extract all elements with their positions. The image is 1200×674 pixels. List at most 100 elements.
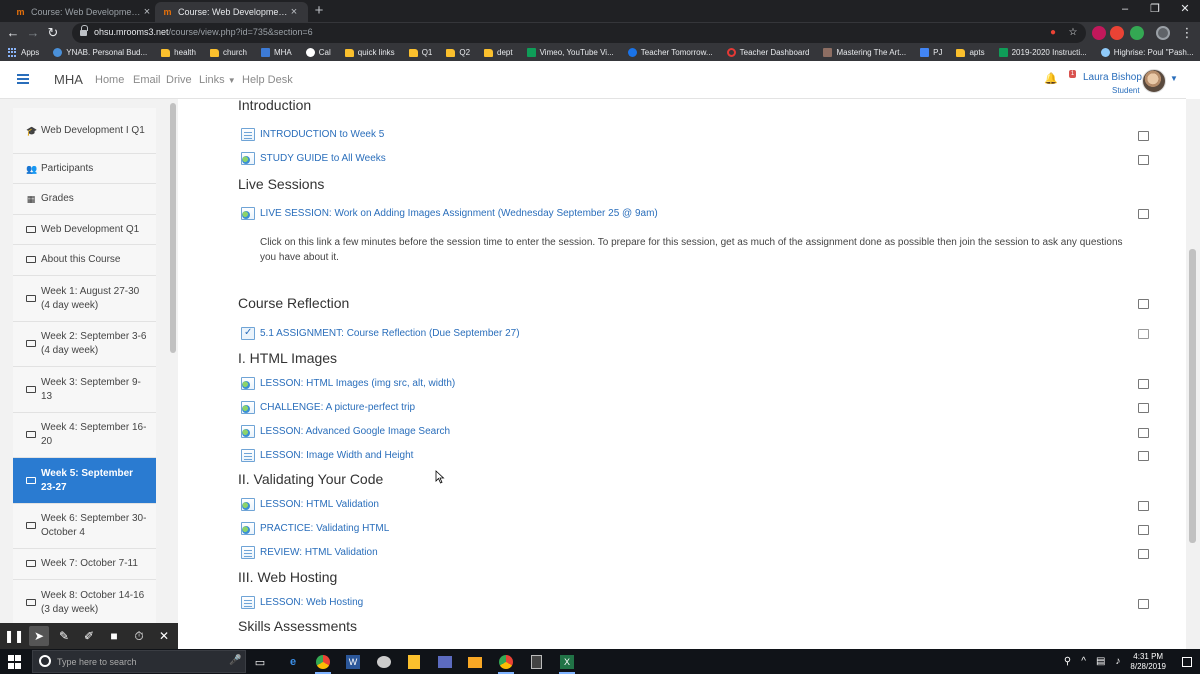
bookmark-folder[interactable]: church	[209, 48, 247, 57]
bookmark-star-icon[interactable]: ☆	[1066, 26, 1080, 40]
file-explorer-icon[interactable]	[465, 652, 485, 672]
extension-icon[interactable]	[1110, 26, 1124, 40]
activity-link[interactable]: CHALLENGE: A picture-perfect trip	[260, 402, 415, 413]
section-completion-checkbox[interactable]	[1138, 299, 1149, 309]
task-view-icon[interactable]: ▭	[250, 652, 270, 672]
bookmark-item[interactable]: Vimeo, YouTube Vi...	[526, 48, 614, 57]
activity-link[interactable]: LESSON: HTML Images (img src, alt, width…	[260, 378, 455, 389]
bookmark-folder[interactable]: quick links	[344, 48, 395, 57]
bookmark-item[interactable]: MHA	[260, 48, 292, 57]
completion-checkbox[interactable]	[1138, 209, 1149, 219]
activity-link[interactable]: INTRODUCTION to Week 5	[260, 129, 384, 140]
notification-bell-icon[interactable]: 🔔	[1044, 72, 1058, 86]
sidebar-item-week-active[interactable]: Week 5: September 23-27	[13, 458, 156, 504]
activity-row[interactable]: LESSON: HTML Validation	[241, 498, 379, 511]
site-brand[interactable]: MHA	[54, 72, 83, 87]
action-center-icon[interactable]	[1182, 656, 1192, 667]
volume-icon[interactable]: ♪	[1115, 656, 1120, 667]
network-icon[interactable]: ▤	[1096, 656, 1105, 667]
sidebar-item-section[interactable]: Web Development Q1	[13, 215, 156, 245]
completion-checkbox[interactable]	[1138, 525, 1149, 535]
menu-toggle-icon[interactable]	[17, 74, 29, 84]
user-name[interactable]: Laura Bishop	[1083, 72, 1142, 83]
chrome-menu-icon[interactable]: ⋮	[1178, 24, 1196, 42]
completion-checkbox[interactable]	[1138, 131, 1149, 141]
activity-link[interactable]: REVIEW: HTML Validation	[260, 547, 378, 558]
activity-row[interactable]: 5.1 ASSIGNMENT: Course Reflection (Due S…	[241, 327, 520, 340]
microphone-icon[interactable]: 🎤	[229, 655, 241, 666]
sidebar-item-week[interactable]: Week 6: September 30-October 4	[13, 504, 156, 549]
completion-checkbox[interactable]	[1138, 501, 1149, 511]
bookmark-item[interactable]: 2019-2020 Instructi...	[998, 48, 1087, 57]
completion-checkbox[interactable]	[1138, 329, 1149, 339]
people-icon[interactable]: ⚲	[1064, 656, 1071, 667]
nav-help-desk[interactable]: Help Desk	[242, 74, 293, 86]
app-icon[interactable]	[374, 652, 394, 672]
pause-icon[interactable]: ❚❚	[4, 626, 24, 646]
excel-icon[interactable]: X	[557, 652, 577, 674]
activity-link[interactable]: LESSON: Web Hosting	[260, 597, 363, 608]
pointer-tool-icon[interactable]: ➤	[29, 626, 49, 646]
address-url[interactable]: ohsu.mrooms3.net/course/view.php?id=735&…	[94, 27, 313, 37]
highlighter-tool-icon[interactable]: ✐	[79, 626, 99, 646]
avatar[interactable]	[1142, 69, 1166, 93]
extension-icon[interactable]	[1092, 26, 1106, 40]
bookmark-item[interactable]: Cal	[305, 48, 331, 57]
bookmark-folder[interactable]: apts	[956, 48, 985, 57]
sidebar-item-week[interactable]: Week 1: August 27-30 (4 day week)	[13, 276, 156, 322]
completion-checkbox[interactable]	[1138, 549, 1149, 559]
bookmark-item[interactable]: Mastering The Art...	[823, 48, 906, 57]
activity-link[interactable]: LIVE SESSION: Work on Adding Images Assi…	[260, 208, 658, 219]
completion-checkbox[interactable]	[1138, 451, 1149, 461]
timer-icon[interactable]: ⏱	[129, 626, 149, 646]
forward-icon[interactable]: →	[24, 24, 42, 42]
maximize-icon[interactable]: ❐	[1140, 0, 1170, 20]
sidebar-item-section[interactable]: About this Course	[13, 245, 156, 276]
activity-row[interactable]: LESSON: Web Hosting	[241, 596, 363, 609]
bookmark-item[interactable]: Teacher Dashboard	[726, 48, 809, 57]
sidebar-item-participants[interactable]: 👥 Participants	[13, 154, 156, 184]
reload-icon[interactable]: ↻	[44, 24, 62, 42]
sidebar-item-week[interactable]: Week 3: September 9-13	[13, 367, 156, 413]
completion-checkbox[interactable]	[1138, 428, 1149, 438]
bookmark-item[interactable]: PJ	[920, 48, 942, 57]
chrome-icon[interactable]	[313, 652, 333, 674]
activity-row[interactable]: PRACTICE: Validating HTML	[241, 522, 389, 535]
close-icon[interactable]: ✕	[154, 626, 174, 646]
chevron-up-icon[interactable]: ^	[1081, 656, 1086, 667]
bookmark-folder[interactable]: Q1	[408, 48, 432, 57]
minimize-icon[interactable]: –	[1110, 0, 1140, 20]
activity-row[interactable]: LIVE SESSION: Work on Adding Images Assi…	[241, 207, 658, 220]
extension-icon[interactable]	[1130, 26, 1144, 40]
browser-tab[interactable]: m Course: Web Development I Q1 ×	[8, 2, 161, 22]
nav-drive[interactable]: Drive	[166, 74, 192, 86]
system-clock[interactable]: 4:31 PM 8/28/2019	[1130, 652, 1166, 672]
sidebar-item-course[interactable]: 🎓 Web Development I Q1	[13, 108, 156, 154]
sidebar-item-week[interactable]: Week 7: October 7-11	[13, 549, 156, 580]
profile-avatar-icon[interactable]	[1156, 26, 1170, 40]
close-window-icon[interactable]: ✕	[1170, 0, 1200, 20]
pen-tool-icon[interactable]: ✎	[54, 626, 74, 646]
completion-checkbox[interactable]	[1138, 155, 1149, 165]
calculator-icon[interactable]	[526, 652, 546, 672]
blocked-popup-icon[interactable]: ●	[1046, 26, 1060, 40]
activity-row[interactable]: LESSON: Image Width and Height	[241, 449, 413, 462]
address-bar[interactable]: ohsu.mrooms3.net/course/view.php?id=735&…	[72, 23, 1086, 43]
activity-link[interactable]: LESSON: Advanced Google Image Search	[260, 426, 450, 437]
page-scrollbar[interactable]	[1186, 99, 1200, 649]
nav-home[interactable]: Home	[95, 74, 124, 86]
sticky-notes-icon[interactable]	[404, 652, 424, 672]
activity-row[interactable]: INTRODUCTION to Week 5	[241, 128, 384, 141]
bookmark-item[interactable]: Highrise: Poul "Pash...	[1100, 48, 1194, 57]
completion-checkbox[interactable]	[1138, 379, 1149, 389]
bookmark-apps[interactable]: Apps	[8, 48, 39, 57]
sidebar-item-week[interactable]: Week 2: September 3-6 (4 day week)	[13, 322, 156, 367]
bookmark-folder[interactable]: dept	[484, 48, 513, 57]
close-tab-icon[interactable]: ×	[288, 6, 300, 18]
activity-row[interactable]: LESSON: HTML Images (img src, alt, width…	[241, 377, 455, 390]
word-icon[interactable]: W	[343, 652, 363, 672]
completion-checkbox[interactable]	[1138, 599, 1149, 609]
new-tab-icon[interactable]: +	[310, 2, 328, 20]
nav-links[interactable]: Links ▼	[199, 74, 236, 86]
windows-start-icon[interactable]	[8, 655, 22, 669]
